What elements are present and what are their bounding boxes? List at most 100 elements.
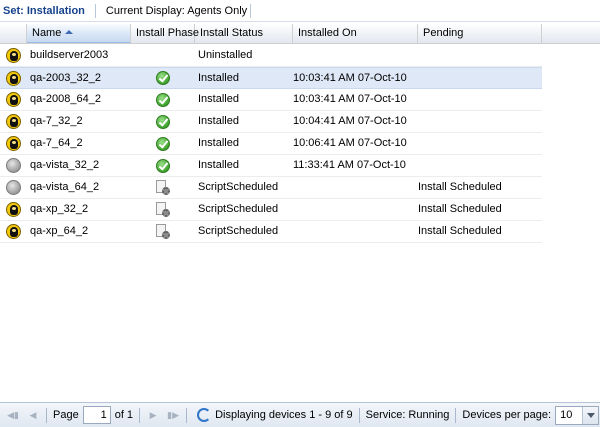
install-status: Uninstalled: [198, 49, 253, 61]
page-number-input[interactable]: [82, 406, 111, 424]
pager-separator: [358, 407, 360, 423]
column-header-installed-on[interactable]: Installed On: [293, 24, 418, 43]
table-row[interactable]: qa-7_32_2 Installed 10:04:41 AM 07-Oct-10: [0, 111, 542, 133]
installed-on: 10:03:41 AM 07-Oct-10: [293, 71, 407, 84]
pending-action: [418, 155, 542, 176]
agent-online-icon: [6, 48, 21, 63]
page-label: Page: [53, 409, 79, 421]
install-phase-cell: [131, 133, 195, 154]
device-name: qa-vista_32_2: [30, 159, 100, 171]
grid-body: buildserver2003 Uninstalled qa-2003_32_2 In…: [0, 45, 542, 243]
table-row[interactable]: qa-xp_32_2 ScriptScheduled Install Schedul…: [0, 199, 542, 221]
check-icon: [156, 114, 170, 129]
toolbar-separator: [250, 3, 252, 18]
devices-per-page-label: Devices per page:: [462, 409, 552, 421]
check-icon: [156, 136, 170, 151]
agent-status-cell: [0, 221, 27, 242]
next-page-button[interactable]: ▶: [146, 408, 160, 422]
installed-on: 10:04:41 AM 07-Oct-10: [293, 115, 407, 127]
installed-on: [293, 45, 418, 66]
sort-ascending-icon: [65, 30, 74, 34]
agent-status-cell: [0, 89, 27, 110]
device-name: qa-2003_32_2: [30, 71, 101, 84]
agent-status-cell: [0, 133, 27, 154]
last-page-button[interactable]: ▮▶: [166, 408, 180, 422]
install-status: ScriptScheduled: [198, 181, 279, 193]
script-scheduled-icon: [155, 179, 171, 196]
display-count-text: Displaying devices 1 - 9 of 9: [215, 409, 353, 421]
pagination-toolbar: ◀▮ ◀ Page of 1 ▶ ▮▶ Displaying devices 1…: [0, 402, 600, 427]
table-row[interactable]: qa-2003_32_2 Installed 10:03:41 AM 07-Oct-…: [0, 67, 542, 89]
devices-per-page-select[interactable]: 10: [555, 405, 600, 425]
install-status: Installed: [198, 159, 239, 171]
pending-action: Install Scheduled: [418, 181, 502, 193]
agent-online-icon: [6, 114, 21, 129]
device-name: buildserver2003: [30, 49, 109, 61]
device-name: qa-7_64_2: [30, 137, 83, 149]
install-phase-cell: [131, 221, 195, 242]
script-scheduled-icon: [155, 223, 171, 240]
pending-action: [418, 45, 542, 66]
first-page-button[interactable]: ◀▮: [6, 408, 20, 422]
pending-action: [418, 111, 542, 132]
column-header-install-status[interactable]: Install Status: [195, 24, 293, 43]
install-status: ScriptScheduled: [198, 225, 279, 237]
agent-offline-icon: [6, 158, 21, 173]
table-row[interactable]: qa-xp_64_2 ScriptScheduled Install Schedul…: [0, 221, 542, 243]
install-phase-cell: [131, 111, 195, 132]
column-header-filler: [542, 24, 600, 43]
pending-action: [418, 89, 542, 110]
toolbar-separator: [94, 3, 96, 18]
table-row[interactable]: qa-7_64_2 Installed 10:06:41 AM 07-Oct-10: [0, 133, 542, 155]
agent-status-cell: [0, 199, 27, 220]
agent-online-icon: [6, 136, 21, 151]
agent-offline-icon: [6, 180, 21, 195]
device-name: qa-7_32_2: [30, 115, 83, 127]
column-header-icon[interactable]: [0, 24, 27, 43]
pending-action: [418, 133, 542, 154]
install-status: Installed: [198, 93, 239, 105]
table-row[interactable]: qa-vista_64_2 ScriptScheduled Install Sche…: [0, 177, 542, 199]
pager-separator: [186, 407, 188, 423]
set-label: Set: Installation: [3, 4, 85, 17]
current-display-label[interactable]: Current Display: Agents Only: [106, 5, 247, 17]
agent-online-icon: [6, 70, 21, 86]
pending-action: [418, 68, 542, 89]
agent-status-cell: [0, 111, 27, 132]
device-name: qa-vista_64_2: [30, 181, 100, 193]
install-phase-cell: [131, 177, 195, 198]
device-name: qa-xp_32_2: [30, 203, 89, 215]
agent-status-cell: [0, 68, 27, 89]
grid-header: Name Install Phase Install Status Instal…: [0, 24, 600, 44]
table-row[interactable]: buildserver2003 Uninstalled: [0, 45, 542, 67]
column-header-pending[interactable]: Pending: [418, 24, 542, 43]
installed-on: [293, 199, 418, 220]
installed-on: [293, 177, 418, 198]
install-status: ScriptScheduled: [198, 203, 279, 215]
table-row[interactable]: qa-vista_32_2 Installed 11:33:41 AM 07-Oct…: [0, 155, 542, 177]
refresh-icon[interactable]: [197, 408, 212, 422]
page-count-label: of 1: [114, 409, 134, 421]
install-phase-cell: [131, 68, 195, 89]
installed-on: 11:33:41 AM 07-Oct-10: [293, 159, 406, 171]
chevron-down-icon[interactable]: [582, 406, 599, 424]
device-name: qa-2008_64_2: [30, 93, 101, 105]
column-header-install-phase[interactable]: Install Phase: [131, 24, 199, 43]
table-row[interactable]: qa-2008_64_2 Installed 10:03:41 AM 07-Oct-…: [0, 89, 542, 111]
service-status-text: Service: Running: [365, 409, 450, 421]
agent-online-icon: [6, 224, 21, 239]
toolbar: Set: Installation Current Display: Agent…: [0, 0, 600, 22]
script-scheduled-icon: [155, 201, 171, 218]
install-phase-cell: [131, 89, 195, 110]
check-icon: [156, 92, 170, 107]
install-phase-cell: [131, 45, 195, 66]
agent-status-cell: [0, 177, 27, 198]
install-status: Installed: [198, 71, 239, 84]
install-phase-cell: [131, 199, 195, 220]
pager-separator: [46, 407, 47, 423]
installed-on: 10:03:41 AM 07-Oct-10: [293, 93, 407, 105]
pager-separator: [455, 407, 457, 423]
previous-page-button[interactable]: ◀: [26, 408, 40, 422]
agent-online-icon: [6, 92, 21, 107]
column-header-name[interactable]: Name: [27, 24, 131, 43]
